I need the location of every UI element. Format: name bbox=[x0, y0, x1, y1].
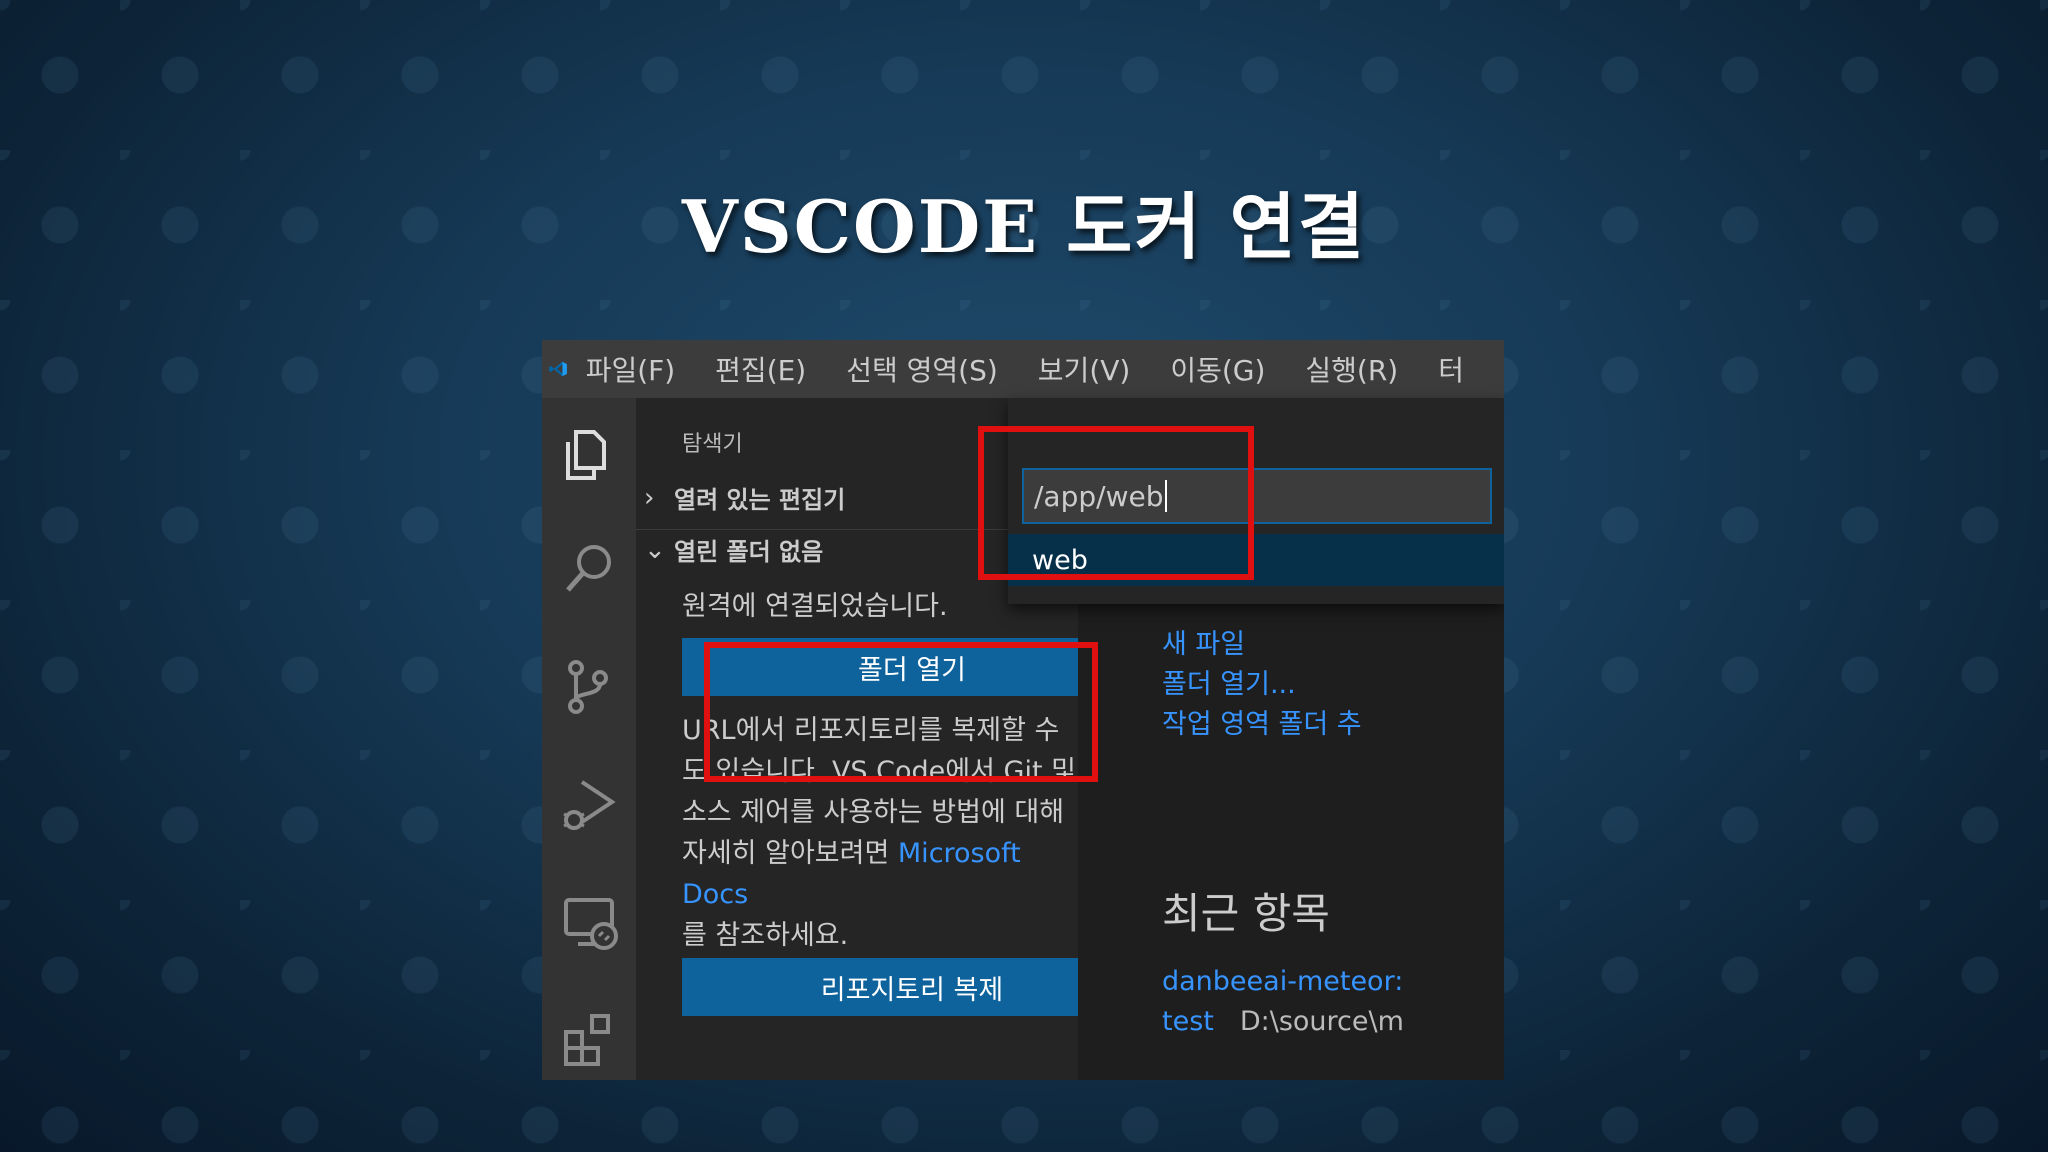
recent-item-name: test bbox=[1162, 1006, 1214, 1037]
activity-bar bbox=[542, 398, 636, 1080]
open-folder-link[interactable]: 폴더 열기... bbox=[1162, 662, 1296, 701]
recent-item-name: danbeeai-meteor: bbox=[1162, 966, 1404, 997]
recent-item-path: D:\source\m bbox=[1239, 1006, 1404, 1037]
menu-selection[interactable]: 선택 영역(S) bbox=[846, 349, 998, 389]
chevron-right-icon: › bbox=[644, 482, 655, 513]
remote-explorer-icon[interactable] bbox=[554, 888, 624, 958]
no-folder-label: 열린 폴더 없음 bbox=[674, 538, 824, 566]
menu-run[interactable]: 실행(R) bbox=[1305, 349, 1398, 389]
vscode-logo-icon bbox=[549, 361, 567, 377]
menu-go[interactable]: 이동(G) bbox=[1170, 349, 1265, 389]
recent-item[interactable]: danbeeai-meteor: bbox=[1162, 966, 1403, 997]
menu-view[interactable]: 보기(V) bbox=[1038, 349, 1131, 389]
clone-repository-button[interactable]: 리포지토리 복제 bbox=[682, 958, 1142, 1016]
slide-title: VSCODE 도커 연결 bbox=[681, 184, 1367, 269]
menu-terminal[interactable]: 터 bbox=[1438, 349, 1464, 389]
open-editors-section[interactable]: › 열려 있는 편집기 bbox=[644, 480, 845, 515]
highlight-box-path-input bbox=[978, 426, 1254, 580]
menubar: 파일(F) 편집(E) 선택 영역(S) 보기(V) 이동(G) 실행(R) 터 bbox=[542, 340, 1504, 398]
chevron-down-icon: ⌄ bbox=[644, 534, 666, 565]
source-control-icon[interactable] bbox=[554, 652, 624, 722]
search-icon[interactable] bbox=[554, 534, 624, 604]
clone-text-line: 소스 제어를 사용하는 방법에 대해 bbox=[682, 797, 1065, 828]
explorer-icon[interactable] bbox=[554, 418, 624, 488]
extensions-icon[interactable] bbox=[554, 1004, 624, 1074]
recent-heading: 최근 항목 bbox=[1162, 889, 1330, 938]
recent-item[interactable]: test D:\source\m bbox=[1162, 1006, 1404, 1037]
clone-text-fragment: 자세히 알아보려면 bbox=[682, 838, 898, 869]
menu-edit[interactable]: 편집(E) bbox=[715, 349, 806, 389]
highlight-box-open-folder bbox=[704, 642, 1098, 782]
no-folder-section[interactable]: ⌄ 열린 폴더 없음 bbox=[644, 532, 823, 567]
sidebar-title: 탐색기 bbox=[682, 432, 743, 457]
add-workspace-folder-link[interactable]: 작업 영역 폴더 추 bbox=[1162, 702, 1362, 741]
clone-text-line: 자세히 알아보려면 Microsoft Docs bbox=[682, 833, 1082, 915]
open-editors-label: 열려 있는 편집기 bbox=[674, 486, 846, 514]
run-debug-icon[interactable] bbox=[554, 770, 624, 840]
clone-text-end: 를 참조하세요. bbox=[682, 920, 849, 951]
menu-file[interactable]: 파일(F) bbox=[586, 349, 675, 389]
new-file-link[interactable]: 새 파일 bbox=[1162, 622, 1245, 661]
